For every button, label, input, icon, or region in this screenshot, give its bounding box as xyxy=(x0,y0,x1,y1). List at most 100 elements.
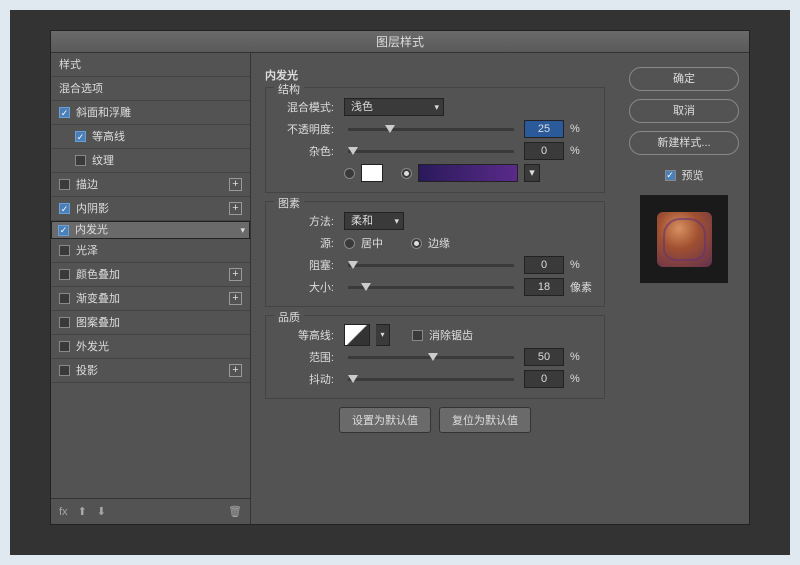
size-slider[interactable] xyxy=(348,286,514,289)
up-icon[interactable]: ⬆ xyxy=(78,505,87,518)
plus-icon[interactable]: + xyxy=(229,202,242,215)
blend-mode-select[interactable]: 浅色 xyxy=(344,98,444,116)
size-label: 大小: xyxy=(276,279,334,295)
group-title: 图素 xyxy=(274,195,304,211)
checkbox-icon[interactable] xyxy=(59,317,70,328)
method-select[interactable]: 柔和 xyxy=(344,212,404,230)
gradient-dropdown[interactable]: ▾ xyxy=(524,164,540,182)
label: 斜面和浮雕 xyxy=(76,101,131,125)
jitter-label: 抖动: xyxy=(276,371,334,387)
group-title: 结构 xyxy=(274,81,304,97)
checkbox-icon[interactable] xyxy=(59,269,70,280)
cancel-button[interactable]: 取消 xyxy=(629,99,739,123)
checkbox-icon[interactable] xyxy=(59,365,70,376)
checkbox-icon[interactable] xyxy=(59,341,70,352)
group-quality: 品质 等高线:▾消除锯齿 范围:50% 抖动:0% xyxy=(265,315,605,399)
group-structure: 结构 混合模式:浅色 不透明度:25% 杂色:0% ▾ xyxy=(265,87,605,193)
style-item-inner-shadow[interactable]: 内阴影+ xyxy=(51,197,250,221)
unit: % xyxy=(570,145,594,157)
style-item-inner-glow[interactable]: 内发光 xyxy=(51,221,250,239)
label: 渐变叠加 xyxy=(76,287,120,311)
left-panel: 样式 混合选项 斜面和浮雕 等高线 纹理 描边 + 内阴影+ 内发光 光泽 颜色叠… xyxy=(51,53,251,524)
reset-default-button[interactable]: 复位为默认值 xyxy=(439,407,531,433)
opacity-input[interactable]: 25 xyxy=(524,120,564,138)
source-center-radio[interactable] xyxy=(344,238,355,249)
preview-checkbox[interactable] xyxy=(665,170,676,181)
plus-icon[interactable]: + xyxy=(229,268,242,281)
noise-slider[interactable] xyxy=(348,150,514,153)
label: 样式 xyxy=(59,53,81,77)
color-radio[interactable] xyxy=(344,168,355,179)
right-panel: 确定 取消 新建样式... 预览 xyxy=(619,53,749,524)
style-item-stroke[interactable]: 描边 + xyxy=(51,173,250,197)
style-item-outer-glow[interactable]: 外发光 xyxy=(51,335,250,359)
plus-icon[interactable]: + xyxy=(229,292,242,305)
jitter-input[interactable]: 0 xyxy=(524,370,564,388)
antialias-label: 消除锯齿 xyxy=(429,327,473,343)
label: 内发光 xyxy=(75,222,108,238)
checkbox-icon[interactable] xyxy=(75,155,86,166)
new-style-button[interactable]: 新建样式... xyxy=(629,131,739,155)
style-list: 样式 混合选项 斜面和浮雕 等高线 纹理 描边 + 内阴影+ 内发光 光泽 颜色叠… xyxy=(51,53,250,498)
label: 光泽 xyxy=(76,239,98,263)
choke-slider[interactable] xyxy=(348,264,514,267)
unit: 像素 xyxy=(570,279,594,295)
checkbox-icon[interactable] xyxy=(58,225,69,236)
label: 颜色叠加 xyxy=(76,263,120,287)
source-edge-radio[interactable] xyxy=(411,238,422,249)
choke-label: 阻塞: xyxy=(276,257,334,273)
range-input[interactable]: 50 xyxy=(524,348,564,366)
blend-options-header[interactable]: 混合选项 xyxy=(51,77,250,101)
style-item-pattern-overlay[interactable]: 图案叠加 xyxy=(51,311,250,335)
plus-icon[interactable]: + xyxy=(229,178,242,191)
opacity-slider[interactable] xyxy=(348,128,514,131)
checkbox-icon[interactable] xyxy=(59,293,70,304)
label: 描边 xyxy=(76,173,98,197)
style-item-contour[interactable]: 等高线 xyxy=(51,125,250,149)
label: 混合选项 xyxy=(59,77,103,101)
checkbox-icon[interactable] xyxy=(59,107,70,118)
styles-header[interactable]: 样式 xyxy=(51,53,250,77)
style-item-bevel[interactable]: 斜面和浮雕 xyxy=(51,101,250,125)
range-slider[interactable] xyxy=(348,356,514,359)
group-elements: 图素 方法:柔和 源:居中边缘 阻塞:0% 大小:18像素 xyxy=(265,201,605,307)
plus-icon[interactable]: + xyxy=(229,364,242,377)
preview-label: 预览 xyxy=(682,167,704,183)
source-label: 源: xyxy=(276,235,334,251)
style-item-drop-shadow[interactable]: 投影+ xyxy=(51,359,250,383)
blend-mode-label: 混合模式: xyxy=(276,99,334,115)
choke-input[interactable]: 0 xyxy=(524,256,564,274)
left-bottom-bar: fx ⬆ ⬇ 🗑 xyxy=(51,498,250,524)
ok-button[interactable]: 确定 xyxy=(629,67,739,91)
opacity-label: 不透明度: xyxy=(276,121,334,137)
gradient-swatch[interactable] xyxy=(418,164,518,182)
method-label: 方法: xyxy=(276,213,334,229)
down-icon[interactable]: ⬇ xyxy=(97,505,106,518)
contour-preview[interactable] xyxy=(344,324,370,346)
trash-icon[interactable]: 🗑 xyxy=(228,505,242,518)
contour-dropdown[interactable]: ▾ xyxy=(376,324,390,346)
antialias-checkbox[interactable] xyxy=(412,330,423,341)
style-item-texture[interactable]: 纹理 xyxy=(51,149,250,173)
fx-icon[interactable]: fx xyxy=(59,506,68,518)
label: 等高线 xyxy=(92,125,125,149)
color-swatch[interactable] xyxy=(361,164,383,182)
style-item-color-overlay[interactable]: 颜色叠加 + xyxy=(51,263,250,287)
style-item-satin[interactable]: 光泽 xyxy=(51,239,250,263)
jitter-slider[interactable] xyxy=(348,378,514,381)
layer-style-dialog: 图层样式 样式 混合选项 斜面和浮雕 等高线 纹理 描边 + 内阴影+ 内发光 光… xyxy=(50,30,750,525)
checkbox-icon[interactable] xyxy=(59,179,70,190)
set-default-button[interactable]: 设置为默认值 xyxy=(339,407,431,433)
source-edge-label: 边缘 xyxy=(428,235,450,251)
size-input[interactable]: 18 xyxy=(524,278,564,296)
range-label: 范围: xyxy=(276,349,334,365)
style-item-gradient-overlay[interactable]: 渐变叠加 + xyxy=(51,287,250,311)
panel-title: 内发光 xyxy=(265,67,605,83)
checkbox-icon[interactable] xyxy=(75,131,86,142)
checkbox-icon[interactable] xyxy=(59,245,70,256)
source-center-label: 居中 xyxy=(361,235,383,251)
noise-input[interactable]: 0 xyxy=(524,142,564,160)
dialog-title: 图层样式 xyxy=(51,31,749,53)
checkbox-icon[interactable] xyxy=(59,203,70,214)
gradient-radio[interactable] xyxy=(401,168,412,179)
